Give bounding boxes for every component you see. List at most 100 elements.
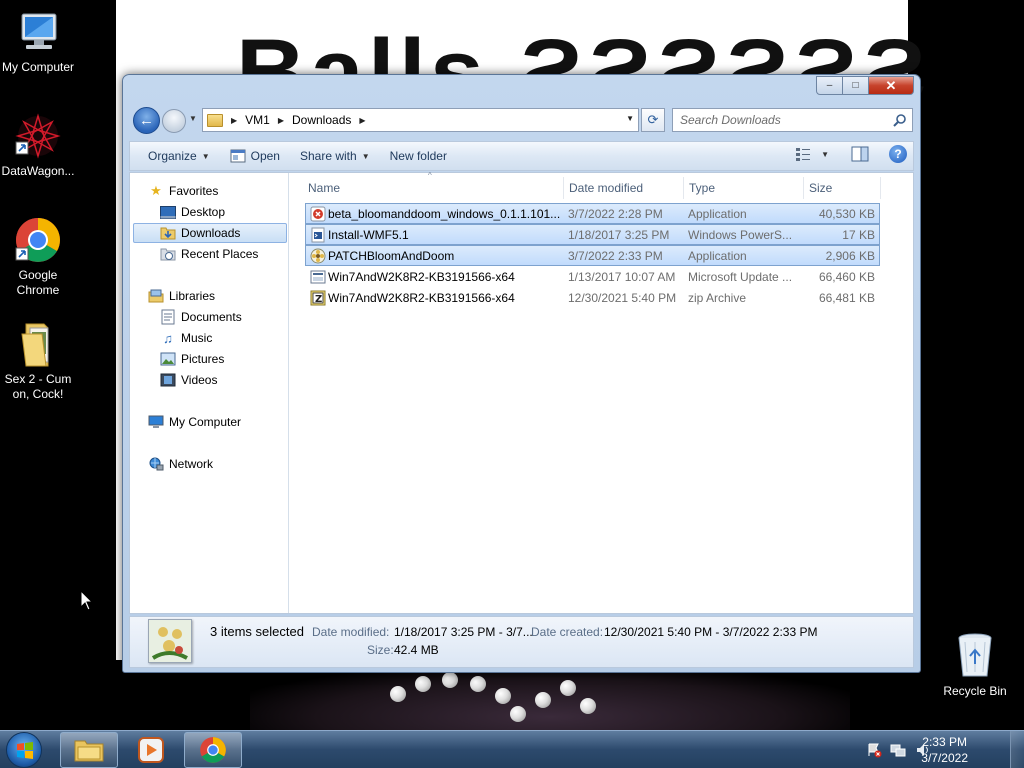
nav-label: Pictures	[181, 352, 225, 366]
file-size: 66,460 KB	[818, 270, 875, 284]
recent-places-icon	[160, 246, 176, 262]
desktop-icon-datawagon[interactable]: DataWagon...	[0, 112, 76, 179]
desktop-icon-label: DataWagon...	[1, 164, 75, 178]
nav-downloads[interactable]: Downloads	[133, 223, 287, 243]
file-date: 12/30/2021 5:40 PM	[568, 291, 677, 305]
back-button[interactable]: ←	[133, 107, 160, 134]
desktop-icon-folder[interactable]: Sex 2 - Cum on, Cock!	[0, 320, 76, 402]
address-dropdown-icon[interactable]: ▼	[626, 114, 634, 123]
file-row[interactable]: beta_bloomanddoom_windows_0.1.1.101... 3…	[305, 203, 880, 224]
action-center-icon[interactable]	[866, 742, 882, 758]
file-row[interactable]: Install-WMF5.1 1/18/2017 3:25 PM Windows…	[305, 224, 880, 245]
address-bar[interactable]: ▶ VM1 ▶ Downloads ▶ ▼	[202, 108, 639, 132]
search-placeholder: Search Downloads	[680, 113, 781, 127]
preview-pane-icon[interactable]	[851, 146, 869, 162]
chrome-icon	[200, 737, 226, 763]
navigation-bar: ← ▼ ▶ VM1 ▶ Downloads ▶ ▼ ⟳ Search Downl…	[131, 105, 914, 135]
file-row[interactable]: PATCHBloomAndDoom 3/7/2022 2:33 PM Appli…	[305, 245, 880, 266]
column-label: Date modified	[569, 181, 644, 195]
file-type: Windows PowerS...	[688, 228, 793, 242]
date-modified-label: Date modified:	[312, 625, 390, 639]
file-row[interactable]: Win7AndW2K8R2-KB3191566-x64 1/13/2017 10…	[305, 266, 880, 287]
nav-videos[interactable]: Videos	[160, 370, 217, 390]
file-date: 3/7/2022 2:33 PM	[568, 249, 663, 263]
svg-text:Z: Z	[315, 294, 322, 305]
nav-desktop[interactable]: Desktop	[160, 202, 225, 222]
desktop-icon-recycle-bin[interactable]: Recycle Bin	[937, 632, 1013, 699]
date-modified-value: 1/18/2017 3:25 PM - 3/7...	[394, 625, 533, 639]
explorer-window: – □ ✕ ← ▼ ▶ VM1 ▶ Downloads ▶ ▼ ⟳ Search…	[122, 74, 921, 673]
nav-my-computer[interactable]: My Computer	[148, 412, 241, 432]
desktop-icon-label: Recycle Bin	[943, 684, 1007, 698]
breadcrumb-downloads[interactable]: Downloads	[292, 113, 351, 127]
close-button[interactable]: ✕	[869, 76, 914, 95]
organize-button[interactable]: Organize ▼	[138, 144, 220, 168]
recent-pages-dropdown[interactable]: ▼	[189, 114, 197, 123]
search-input[interactable]: Search Downloads	[672, 108, 913, 132]
breadcrumb-vm1[interactable]: VM1	[245, 113, 270, 127]
zip-archive-icon: Z	[310, 290, 326, 306]
nav-favorites[interactable]: ★ Favorites	[148, 181, 218, 201]
selection-thumbnail	[148, 619, 192, 663]
sort-ascending-icon: ^	[428, 171, 432, 180]
column-label: Name	[308, 181, 341, 195]
column-header-size[interactable]: Size	[803, 177, 881, 199]
file-name: Install-WMF5.1	[328, 228, 409, 242]
view-options-dropdown[interactable]: ▼	[821, 150, 829, 159]
media-player-icon	[138, 737, 164, 763]
nav-label: Downloads	[181, 226, 241, 240]
nav-documents[interactable]: Documents	[160, 307, 242, 327]
refresh-button[interactable]: ⟳	[641, 108, 665, 132]
nav-network[interactable]: Network	[148, 454, 213, 474]
desktop-icon-google-chrome[interactable]: Google Chrome	[0, 216, 76, 298]
start-button[interactable]	[6, 732, 42, 768]
taskbar-chrome[interactable]	[184, 732, 242, 768]
desktop-icon-my-computer[interactable]: My Computer	[0, 8, 76, 75]
open-label: Open	[250, 149, 280, 163]
nav-libraries[interactable]: Libraries	[148, 286, 215, 306]
open-button[interactable]: Open	[220, 144, 290, 168]
file-name: Win7AndW2K8R2-KB3191566-x64	[328, 291, 515, 305]
share-with-button[interactable]: Share with ▼	[290, 144, 380, 168]
desktop-icon-label: Sex 2 - Cum on, Cock!	[4, 372, 72, 401]
command-bar: Organize ▼ Open Share with ▼ New folder ▼ …	[129, 141, 914, 171]
nav-music[interactable]: ♫ Music	[160, 328, 212, 348]
taskbar-explorer[interactable]	[60, 732, 118, 768]
help-icon[interactable]: ?	[889, 145, 907, 163]
file-row[interactable]: Z Win7AndW2K8R2-KB3191566-x64 12/30/2021…	[305, 287, 880, 308]
file-type: zip Archive	[688, 291, 747, 305]
libraries-icon	[148, 288, 164, 304]
pictures-icon	[160, 351, 176, 367]
update-package-icon	[310, 270, 326, 284]
new-folder-button[interactable]: New folder	[380, 144, 457, 168]
nav-label: My Computer	[169, 415, 242, 429]
network-status-icon[interactable]	[890, 742, 906, 758]
file-size: 40,530 KB	[818, 207, 875, 221]
column-header-type[interactable]: Type	[683, 177, 804, 199]
taskbar-media-player[interactable]	[122, 732, 180, 768]
search-icon[interactable]	[893, 113, 907, 127]
nav-recent-places[interactable]: Recent Places	[160, 244, 258, 264]
minimize-button[interactable]: –	[816, 76, 843, 95]
datawagon-icon	[14, 112, 62, 160]
show-desktop-button[interactable]	[1010, 731, 1024, 768]
clock-date: 3/7/2022	[921, 751, 968, 765]
breadcrumb-arrow-icon[interactable]: ▶	[359, 116, 365, 125]
toolbar-right-group: ▼ ?	[795, 145, 907, 163]
open-icon	[230, 149, 246, 163]
file-date: 1/18/2017 3:25 PM	[568, 228, 670, 242]
app-red-icon	[310, 206, 326, 222]
details-pane: 3 items selected Date modified: 1/18/201…	[129, 616, 914, 668]
maximize-button[interactable]: □	[843, 76, 869, 95]
column-header-date-modified[interactable]: Date modified	[563, 177, 684, 199]
back-arrow-icon: ←	[139, 112, 154, 129]
computer-icon	[148, 414, 164, 430]
breadcrumb-arrow-icon[interactable]: ▶	[231, 116, 237, 125]
refresh-icon: ⟳	[647, 112, 659, 127]
taskbar-clock[interactable]: 2:33 PM 3/7/2022	[921, 734, 968, 766]
change-view-icon[interactable]	[795, 147, 811, 161]
column-header-name[interactable]: Name ^	[302, 171, 564, 199]
breadcrumb-arrow-icon[interactable]: ▶	[278, 116, 284, 125]
forward-button[interactable]	[162, 109, 186, 133]
nav-pictures[interactable]: Pictures	[160, 349, 224, 369]
